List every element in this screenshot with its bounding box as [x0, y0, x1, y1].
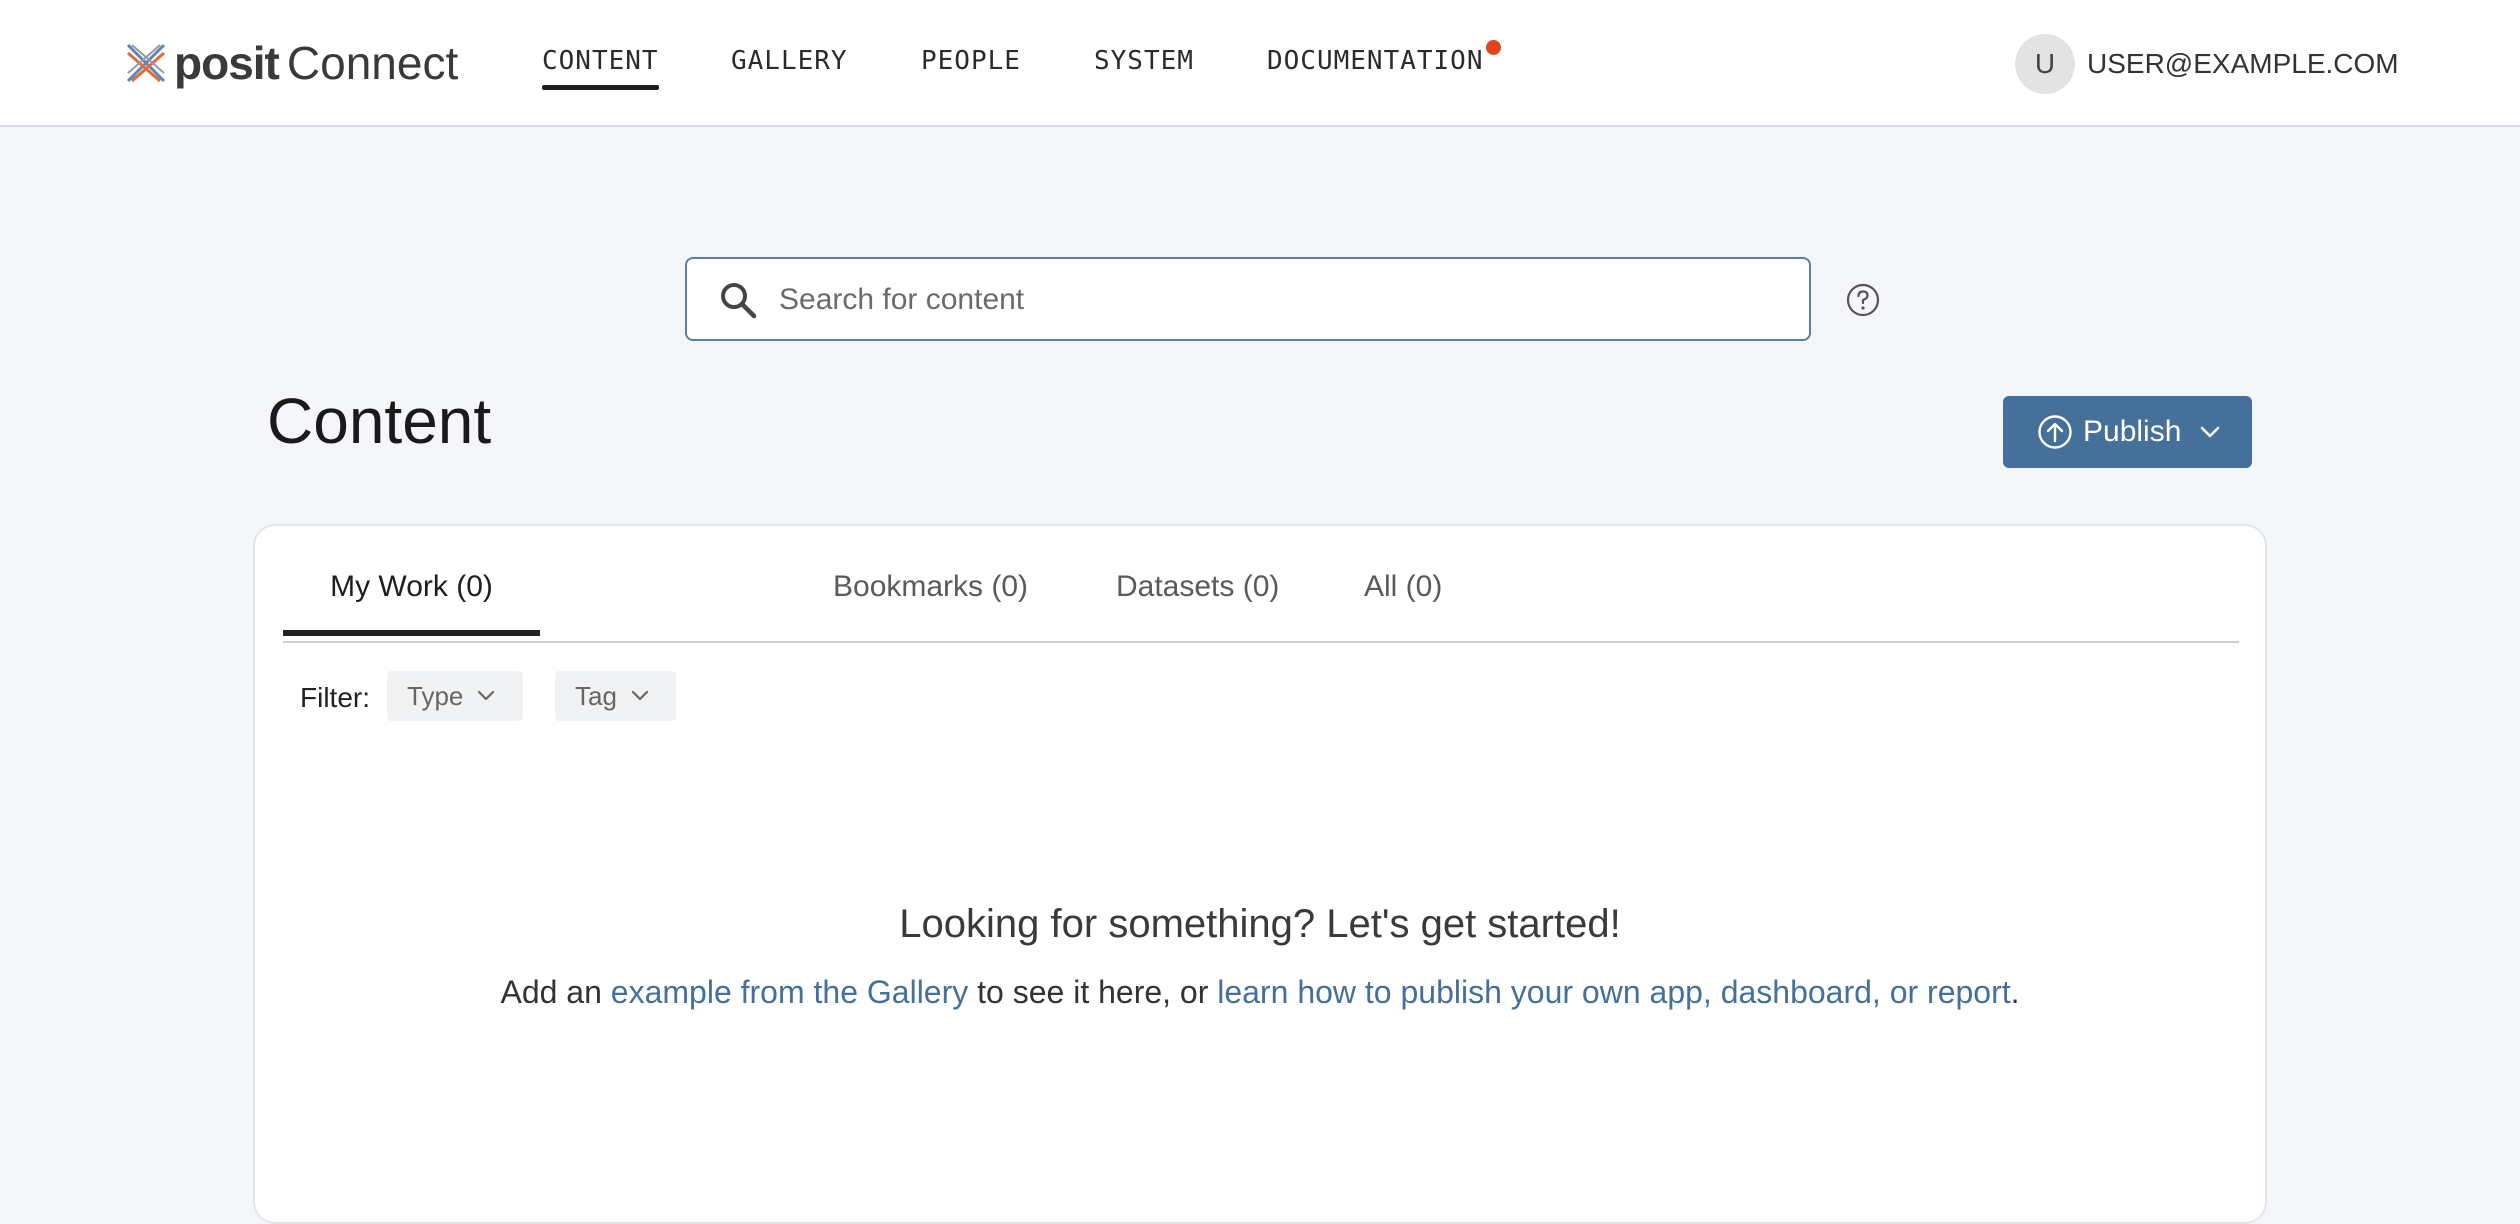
empty-state-title: Looking for something? Let's get started…: [899, 902, 1621, 946]
user-menu[interactable]: U USER@EXAMPLE.COM: [2015, 34, 2399, 94]
tab-all[interactable]: All (0): [1364, 570, 1442, 604]
type-filter-label: Type: [407, 680, 464, 711]
top-navbar: posit Connect CONTENT GALLERY PEOPLE SYS…: [0, 0, 2520, 127]
tab-bookmarks[interactable]: Bookmarks (0): [833, 570, 1028, 604]
chevron-down-icon: [2201, 426, 2220, 438]
content-card: My Work (0) Bookmarks (0) Datasets (0) A…: [253, 524, 2267, 1224]
notification-dot: [1486, 40, 1501, 55]
nav-documentation[interactable]: DOCUMENTATION: [1267, 46, 1484, 76]
empty-middle: to see it here, or: [968, 974, 1218, 1010]
upload-icon: [2038, 415, 2072, 449]
chevron-down-icon: [478, 690, 495, 701]
gallery-link[interactable]: example from the Gallery: [611, 974, 968, 1010]
empty-prefix: Add an: [500, 974, 611, 1010]
avatar: U: [2015, 34, 2075, 94]
logo-word: posit: [174, 37, 280, 89]
publish-button[interactable]: Publish: [2003, 396, 2252, 468]
posit-logo-icon: [126, 43, 166, 83]
nav-people[interactable]: PEOPLE: [921, 46, 1021, 76]
type-filter-dropdown[interactable]: Type: [387, 671, 523, 721]
active-tab-indicator: [283, 630, 540, 636]
search-icon: [721, 283, 757, 319]
nav-content[interactable]: CONTENT: [542, 46, 659, 90]
logo-product: Connect: [286, 37, 459, 89]
help-icon[interactable]: [1846, 283, 1880, 317]
posit-connect-logo[interactable]: posit Connect: [124, 37, 459, 89]
empty-state-message: Add an example from the Gallery to see i…: [255, 974, 2265, 1011]
tag-filter-label: Tag: [575, 680, 617, 711]
empty-suffix: .: [2010, 974, 2020, 1010]
search-input[interactable]: [777, 259, 1791, 341]
publish-docs-link[interactable]: learn how to publish your own app, dashb…: [1217, 974, 2010, 1010]
chevron-down-icon: [631, 690, 649, 701]
content-tabs: My Work (0) Bookmarks (0) Datasets (0) A…: [283, 526, 2239, 643]
page-title: Content: [267, 385, 492, 457]
publish-label: Publish: [2083, 415, 2182, 448]
filter-label: Filter:: [300, 682, 370, 713]
nav-gallery[interactable]: GALLERY: [731, 46, 848, 76]
nav-system[interactable]: SYSTEM: [1094, 46, 1194, 76]
tab-my-work[interactable]: My Work (0): [330, 570, 493, 604]
tag-filter-dropdown[interactable]: Tag: [555, 671, 676, 721]
user-email: USER@EXAMPLE.COM: [2087, 48, 2399, 79]
search-box: [685, 257, 1811, 341]
tab-datasets[interactable]: Datasets (0): [1116, 570, 1279, 604]
